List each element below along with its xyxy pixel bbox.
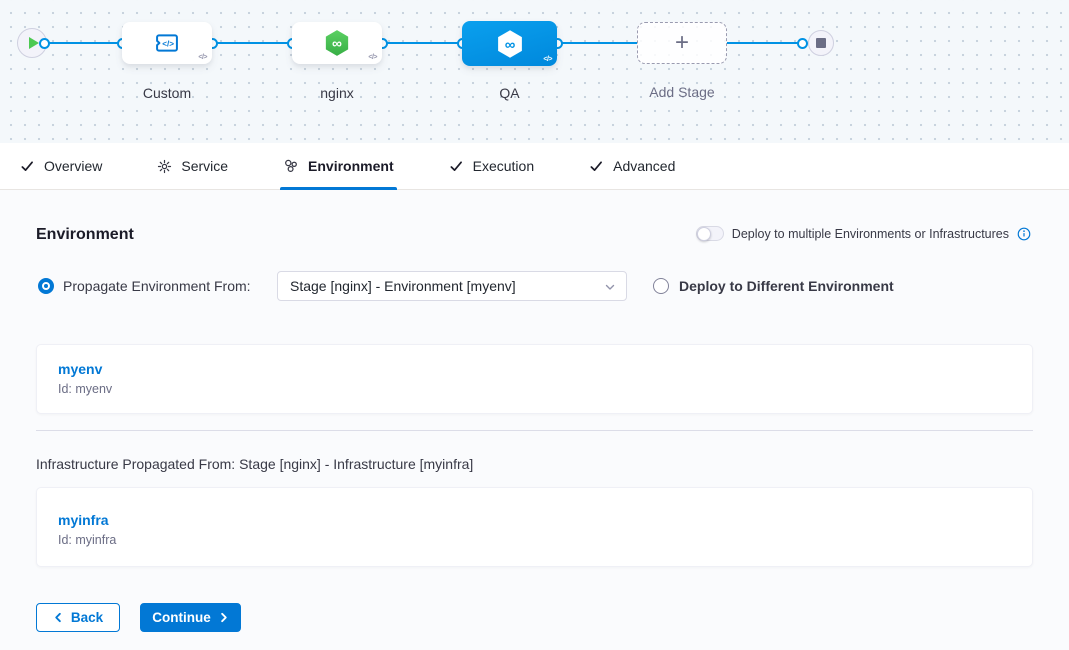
multi-environment-toggle-label: Deploy to multiple Environments or Infra… xyxy=(732,227,1009,241)
svg-text:∞: ∞ xyxy=(504,37,515,53)
stage-label: Custom xyxy=(107,85,227,101)
environment-name-link[interactable]: myenv xyxy=(58,361,102,377)
section-title: Environment xyxy=(36,226,134,244)
stage-node-qa[interactable]: ∞ </> xyxy=(462,21,557,66)
plus-icon: + xyxy=(675,31,689,55)
pipeline-edge xyxy=(216,42,292,44)
check-icon xyxy=(589,159,604,174)
environment-tab-panel xyxy=(0,190,1069,650)
pipeline-edge xyxy=(386,42,462,44)
stage-label: nginx xyxy=(277,85,397,101)
radio-dot xyxy=(44,284,48,288)
propagate-environment-select[interactable]: Stage [nginx] - Environment [myenv] xyxy=(277,271,627,301)
add-stage-button[interactable]: + xyxy=(637,22,727,64)
code-icon: </> xyxy=(368,54,377,61)
propagate-environment-label: Propagate Environment From: xyxy=(63,271,251,301)
multi-environment-toggle[interactable] xyxy=(696,226,724,241)
tab-label: Overview xyxy=(44,158,102,174)
check-icon xyxy=(20,159,35,174)
chevron-left-icon xyxy=(53,612,64,623)
tab-execution[interactable]: Execution xyxy=(449,143,534,190)
multi-environment-toggle-row: Deploy to multiple Environments or Infra… xyxy=(696,226,1031,241)
tab-environment[interactable]: Environment xyxy=(283,143,394,190)
code-icon: </> xyxy=(543,56,552,63)
infrastructure-name-link[interactable]: myinfra xyxy=(58,512,109,528)
tab-overview[interactable]: Overview xyxy=(20,143,102,190)
tab-label: Advanced xyxy=(613,158,675,174)
check-icon xyxy=(449,159,464,174)
stage-configuration-window: </> </> ∞ </> ∞ </> + xyxy=(0,0,1069,650)
back-button[interactable]: Back xyxy=(36,603,120,632)
play-icon xyxy=(29,37,39,49)
info-icon[interactable] xyxy=(1017,227,1031,241)
edge-port[interactable] xyxy=(797,38,808,49)
chevron-right-icon xyxy=(218,612,229,623)
environment-card[interactable]: myenv Id: myenv xyxy=(36,344,1033,414)
gear-icon xyxy=(157,159,172,174)
continue-button[interactable]: Continue xyxy=(140,603,241,632)
stop-icon xyxy=(816,38,826,48)
wizard-footer: Back Continue xyxy=(36,603,241,632)
deploy-different-environment-radio[interactable] xyxy=(653,278,669,294)
infrastructure-id: Id: myinfra xyxy=(58,533,116,547)
toggle-knob xyxy=(697,227,711,241)
pipeline-edge xyxy=(561,42,637,44)
stage-node-nginx[interactable]: ∞ </> xyxy=(292,22,382,64)
edge-port[interactable] xyxy=(39,38,50,49)
custom-stage-icon: </> xyxy=(153,29,181,57)
svg-text:∞: ∞ xyxy=(332,35,342,51)
deploy-different-environment-label: Deploy to Different Environment xyxy=(679,271,894,301)
tab-label: Environment xyxy=(308,158,394,174)
tab-label: Service xyxy=(181,158,228,174)
pipeline-end-node[interactable] xyxy=(808,30,834,56)
tab-advanced[interactable]: Advanced xyxy=(589,143,675,190)
environment-choice-row: Propagate Environment From: Stage [nginx… xyxy=(0,271,1069,301)
svg-text:</>: </> xyxy=(162,39,174,48)
tab-service[interactable]: Service xyxy=(157,143,228,190)
code-icon: </> xyxy=(198,54,207,61)
section-divider xyxy=(36,430,1033,431)
environment-id: Id: myenv xyxy=(58,382,112,396)
pipeline-edge xyxy=(47,42,122,44)
stage-tabbar: Overview Service Environment Exe xyxy=(0,143,1069,190)
stage-label: Add Stage xyxy=(622,84,742,100)
continue-button-label: Continue xyxy=(152,610,211,625)
stage-node-custom[interactable]: </> </> xyxy=(122,22,212,64)
back-button-label: Back xyxy=(71,610,103,625)
deploy-stage-icon: ∞ xyxy=(322,28,352,58)
pipeline-edge xyxy=(727,42,801,44)
infrastructure-propagated-heading: Infrastructure Propagated From: Stage [n… xyxy=(36,456,473,472)
propagate-environment-radio[interactable] xyxy=(38,278,54,294)
tab-label: Execution xyxy=(473,158,534,174)
select-value: Stage [nginx] - Environment [myenv] xyxy=(290,278,516,294)
pipeline-graph-canvas[interactable]: </> </> ∞ </> ∞ </> + xyxy=(0,0,1069,143)
environment-icon xyxy=(283,158,299,174)
chevron-down-icon xyxy=(604,281,616,293)
stage-label: QA xyxy=(447,85,572,101)
deploy-stage-icon: ∞ xyxy=(494,28,526,60)
infrastructure-card[interactable]: myinfra Id: myinfra xyxy=(36,487,1033,567)
